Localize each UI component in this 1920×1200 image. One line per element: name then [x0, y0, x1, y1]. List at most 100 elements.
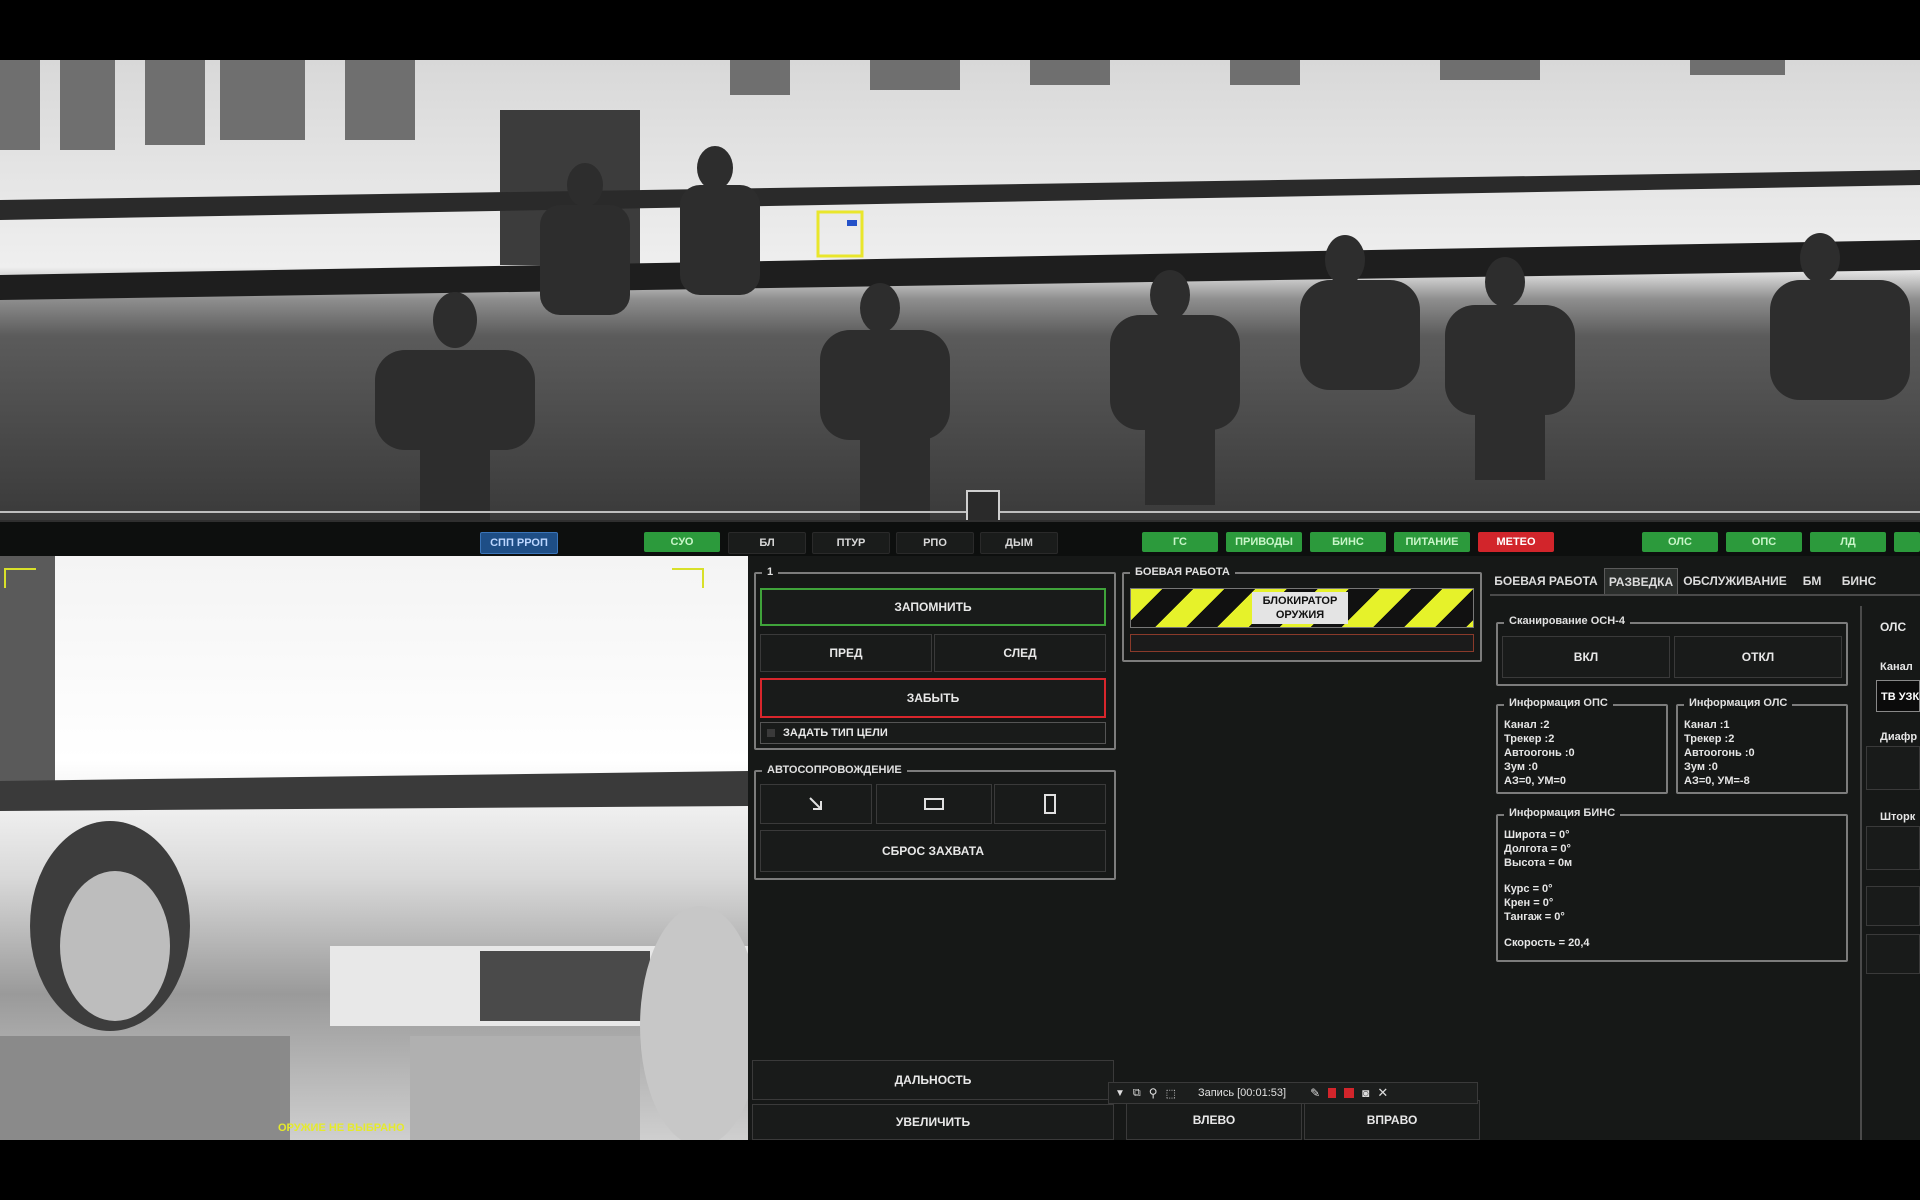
reset-capture-button[interactable]: СБРОС ЗАХВАТА: [760, 830, 1106, 872]
main-camera-feed[interactable]: [0, 60, 1920, 520]
bins-speed: Скорость = 20,4: [1504, 937, 1590, 949]
mode-tab-dym[interactable]: ДЫМ: [980, 532, 1058, 554]
combat-progress-bar: [1130, 634, 1474, 652]
mode-tab-suo[interactable]: СУО: [644, 532, 720, 552]
ols-channel: Канал :1: [1684, 719, 1730, 731]
range-button[interactable]: ДАЛЬНОСТЬ: [752, 1060, 1114, 1100]
zoom-in-button[interactable]: УВЕЛИЧИТЬ: [752, 1104, 1114, 1140]
far-right-shutter-label: Шторк: [1880, 811, 1916, 823]
bins-info-label: Информация БИНС: [1504, 806, 1621, 820]
set-target-type-button[interactable]: ЗАДАТЬ ТИП ЦЕЛИ: [760, 722, 1106, 744]
far-right-diaphragm-label: Диафр: [1880, 731, 1918, 743]
corner-marker-tl: [4, 568, 36, 588]
system-meteo[interactable]: МЕТЕО: [1478, 532, 1554, 552]
right-button[interactable]: ВПРАВО: [1304, 1100, 1480, 1140]
far-right-shutter-button[interactable]: [1866, 826, 1920, 870]
status-ld[interactable]: ЛД: [1810, 532, 1886, 552]
bins-info-lines: Широта = 0° Долгота = 0° Высота = 0м Кур…: [1504, 828, 1590, 950]
ops-channel: Канал :2: [1504, 719, 1550, 731]
close-icon[interactable]: ✕: [1377, 1085, 1388, 1101]
status-spp[interactable]: СПП РРОП: [480, 532, 558, 554]
arrow-down-right-icon: [809, 797, 822, 810]
corner-marker-tr: [672, 568, 704, 588]
status-ops[interactable]: ОПС: [1726, 532, 1802, 552]
tab-underline: [1490, 594, 1920, 596]
ops-autofire: Автоогонь :0: [1504, 747, 1575, 759]
recording-label: Запись [00:01:53]: [1197, 1087, 1287, 1099]
remember-button[interactable]: ЗАПОМНИТЬ: [760, 588, 1106, 626]
far-right-button-4[interactable]: [1866, 934, 1920, 974]
far-right-channel-value: ТВ УЗК: [1881, 691, 1920, 703]
track-corner-button[interactable]: [760, 784, 872, 824]
secondary-camera-scene: [0, 556, 748, 1140]
ops-az-um: АЗ=0, УМ=0: [1504, 775, 1567, 787]
bins-longitude: Долгота = 0°: [1504, 843, 1571, 855]
camera-icon[interactable]: ◙: [1362, 1086, 1369, 1100]
left-button[interactable]: ВЛЕВО: [1126, 1100, 1302, 1140]
rectangle-tall-icon: [1044, 794, 1056, 814]
system-pitanie[interactable]: ПИТАНИЕ: [1394, 532, 1470, 552]
search-icon[interactable]: ⚲: [1149, 1086, 1158, 1100]
far-right-diaphragm-button[interactable]: [1866, 746, 1920, 790]
far-right-channel-label: Канал: [1880, 661, 1913, 673]
target-type-checkbox[interactable]: [767, 729, 775, 737]
bins-altitude: Высота = 0м: [1504, 857, 1573, 869]
crop-icon[interactable]: ⬚: [1166, 1087, 1176, 1100]
track-tall-button[interactable]: [994, 784, 1106, 824]
pencil-icon[interactable]: ✎: [1310, 1086, 1320, 1100]
bottom-letterbox: [0, 1140, 1920, 1200]
bins-course: Курс = 0°: [1504, 883, 1553, 895]
status-ols[interactable]: ОЛС: [1642, 532, 1718, 552]
ops-tracker: Трекер :2: [1504, 733, 1555, 745]
weapon-blocker-label: БЛОКИРАТОР ОРУЖИЯ: [1252, 592, 1348, 624]
system-privody[interactable]: ПРИВОДЫ: [1226, 532, 1302, 552]
next-button[interactable]: СЛЕД: [934, 634, 1106, 672]
far-right-button-3[interactable]: [1866, 886, 1920, 926]
ops-zoom: Зум :0: [1504, 761, 1538, 773]
status-extra[interactable]: [1894, 532, 1920, 552]
tab-recon[interactable]: РАЗВЕДКА: [1604, 568, 1678, 595]
prev-button[interactable]: ПРЕД: [760, 634, 932, 672]
ops-info-lines: Канал :2 Трекер :2 Автоогонь :0 Зум :0 А…: [1504, 718, 1575, 788]
record-icon[interactable]: [1344, 1088, 1355, 1098]
tab-bins[interactable]: БИНС: [1834, 568, 1884, 594]
recorder-toolbar: ▼ ⧉ ⚲ ⬚ Запись [00:01:53] ✎ ◙ ✕: [1108, 1082, 1478, 1104]
ols-info-lines: Канал :1 Трекер :2 Автоогонь :0 Зум :0 А…: [1684, 718, 1755, 788]
track-wide-button[interactable]: [876, 784, 992, 824]
combat-work-label: БОЕВАЯ РАБОТА: [1130, 565, 1235, 579]
crosshair-marker: [966, 490, 1000, 520]
ols-az-um: АЗ=0, УМ=-8: [1684, 775, 1750, 787]
main-camera-scene: [0, 60, 1920, 520]
ols-info-label: Информация ОЛС: [1684, 696, 1793, 710]
scan-off-button[interactable]: ОТКЛ: [1674, 636, 1842, 678]
scan-on-button[interactable]: ВКЛ: [1502, 636, 1670, 678]
ops-info-label: Информация ОПС: [1504, 696, 1613, 710]
rectangle-wide-icon: [924, 798, 944, 810]
tab-bm[interactable]: БМ: [1792, 568, 1832, 594]
tab-combat-work[interactable]: БОЕВАЯ РАБОТА: [1490, 568, 1602, 594]
bins-roll: Крен = 0°: [1504, 897, 1554, 909]
secondary-camera-feed[interactable]: ОРУЖИЕ НЕ ВЫБРАНО: [0, 556, 748, 1140]
ols-zoom: Зум :0: [1684, 761, 1718, 773]
system-gs[interactable]: ГС: [1142, 532, 1218, 552]
weapon-status-overlay: ОРУЖИЕ НЕ ВЫБРАНО: [278, 1122, 405, 1134]
scan-label: Сканирование ОСН-4: [1504, 614, 1630, 628]
set-target-type-label: ЗАДАТЬ ТИП ЦЕЛИ: [783, 727, 888, 739]
mode-tab-rpo[interactable]: РПО: [896, 532, 974, 554]
ols-autofire: Автоогонь :0: [1684, 747, 1755, 759]
auto-tracking-label: АВТОСОПРОВОЖДЕНИЕ: [762, 763, 907, 777]
far-right-channel-select[interactable]: ТВ УЗК: [1876, 680, 1920, 712]
forget-button[interactable]: ЗАБЫТЬ: [760, 678, 1106, 718]
bins-pitch: Тангаж = 0°: [1504, 911, 1565, 923]
far-right-ols-label: ОЛС: [1880, 620, 1907, 634]
top-letterbox: [0, 0, 1920, 60]
window-icon[interactable]: ⧉: [1133, 1087, 1141, 1100]
ols-tracker: Трекер :2: [1684, 733, 1735, 745]
mode-tab-ptur[interactable]: ПТУР: [812, 532, 890, 554]
mode-tab-bl[interactable]: БЛ: [728, 532, 806, 554]
record-stop-icon[interactable]: [1328, 1088, 1337, 1098]
target-group-label: 1: [762, 565, 779, 579]
system-bins[interactable]: БИНС: [1310, 532, 1386, 552]
dropdown-icon[interactable]: ▼: [1115, 1088, 1125, 1099]
tab-maintenance[interactable]: ОБСЛУЖИВАНИЕ: [1680, 568, 1790, 594]
